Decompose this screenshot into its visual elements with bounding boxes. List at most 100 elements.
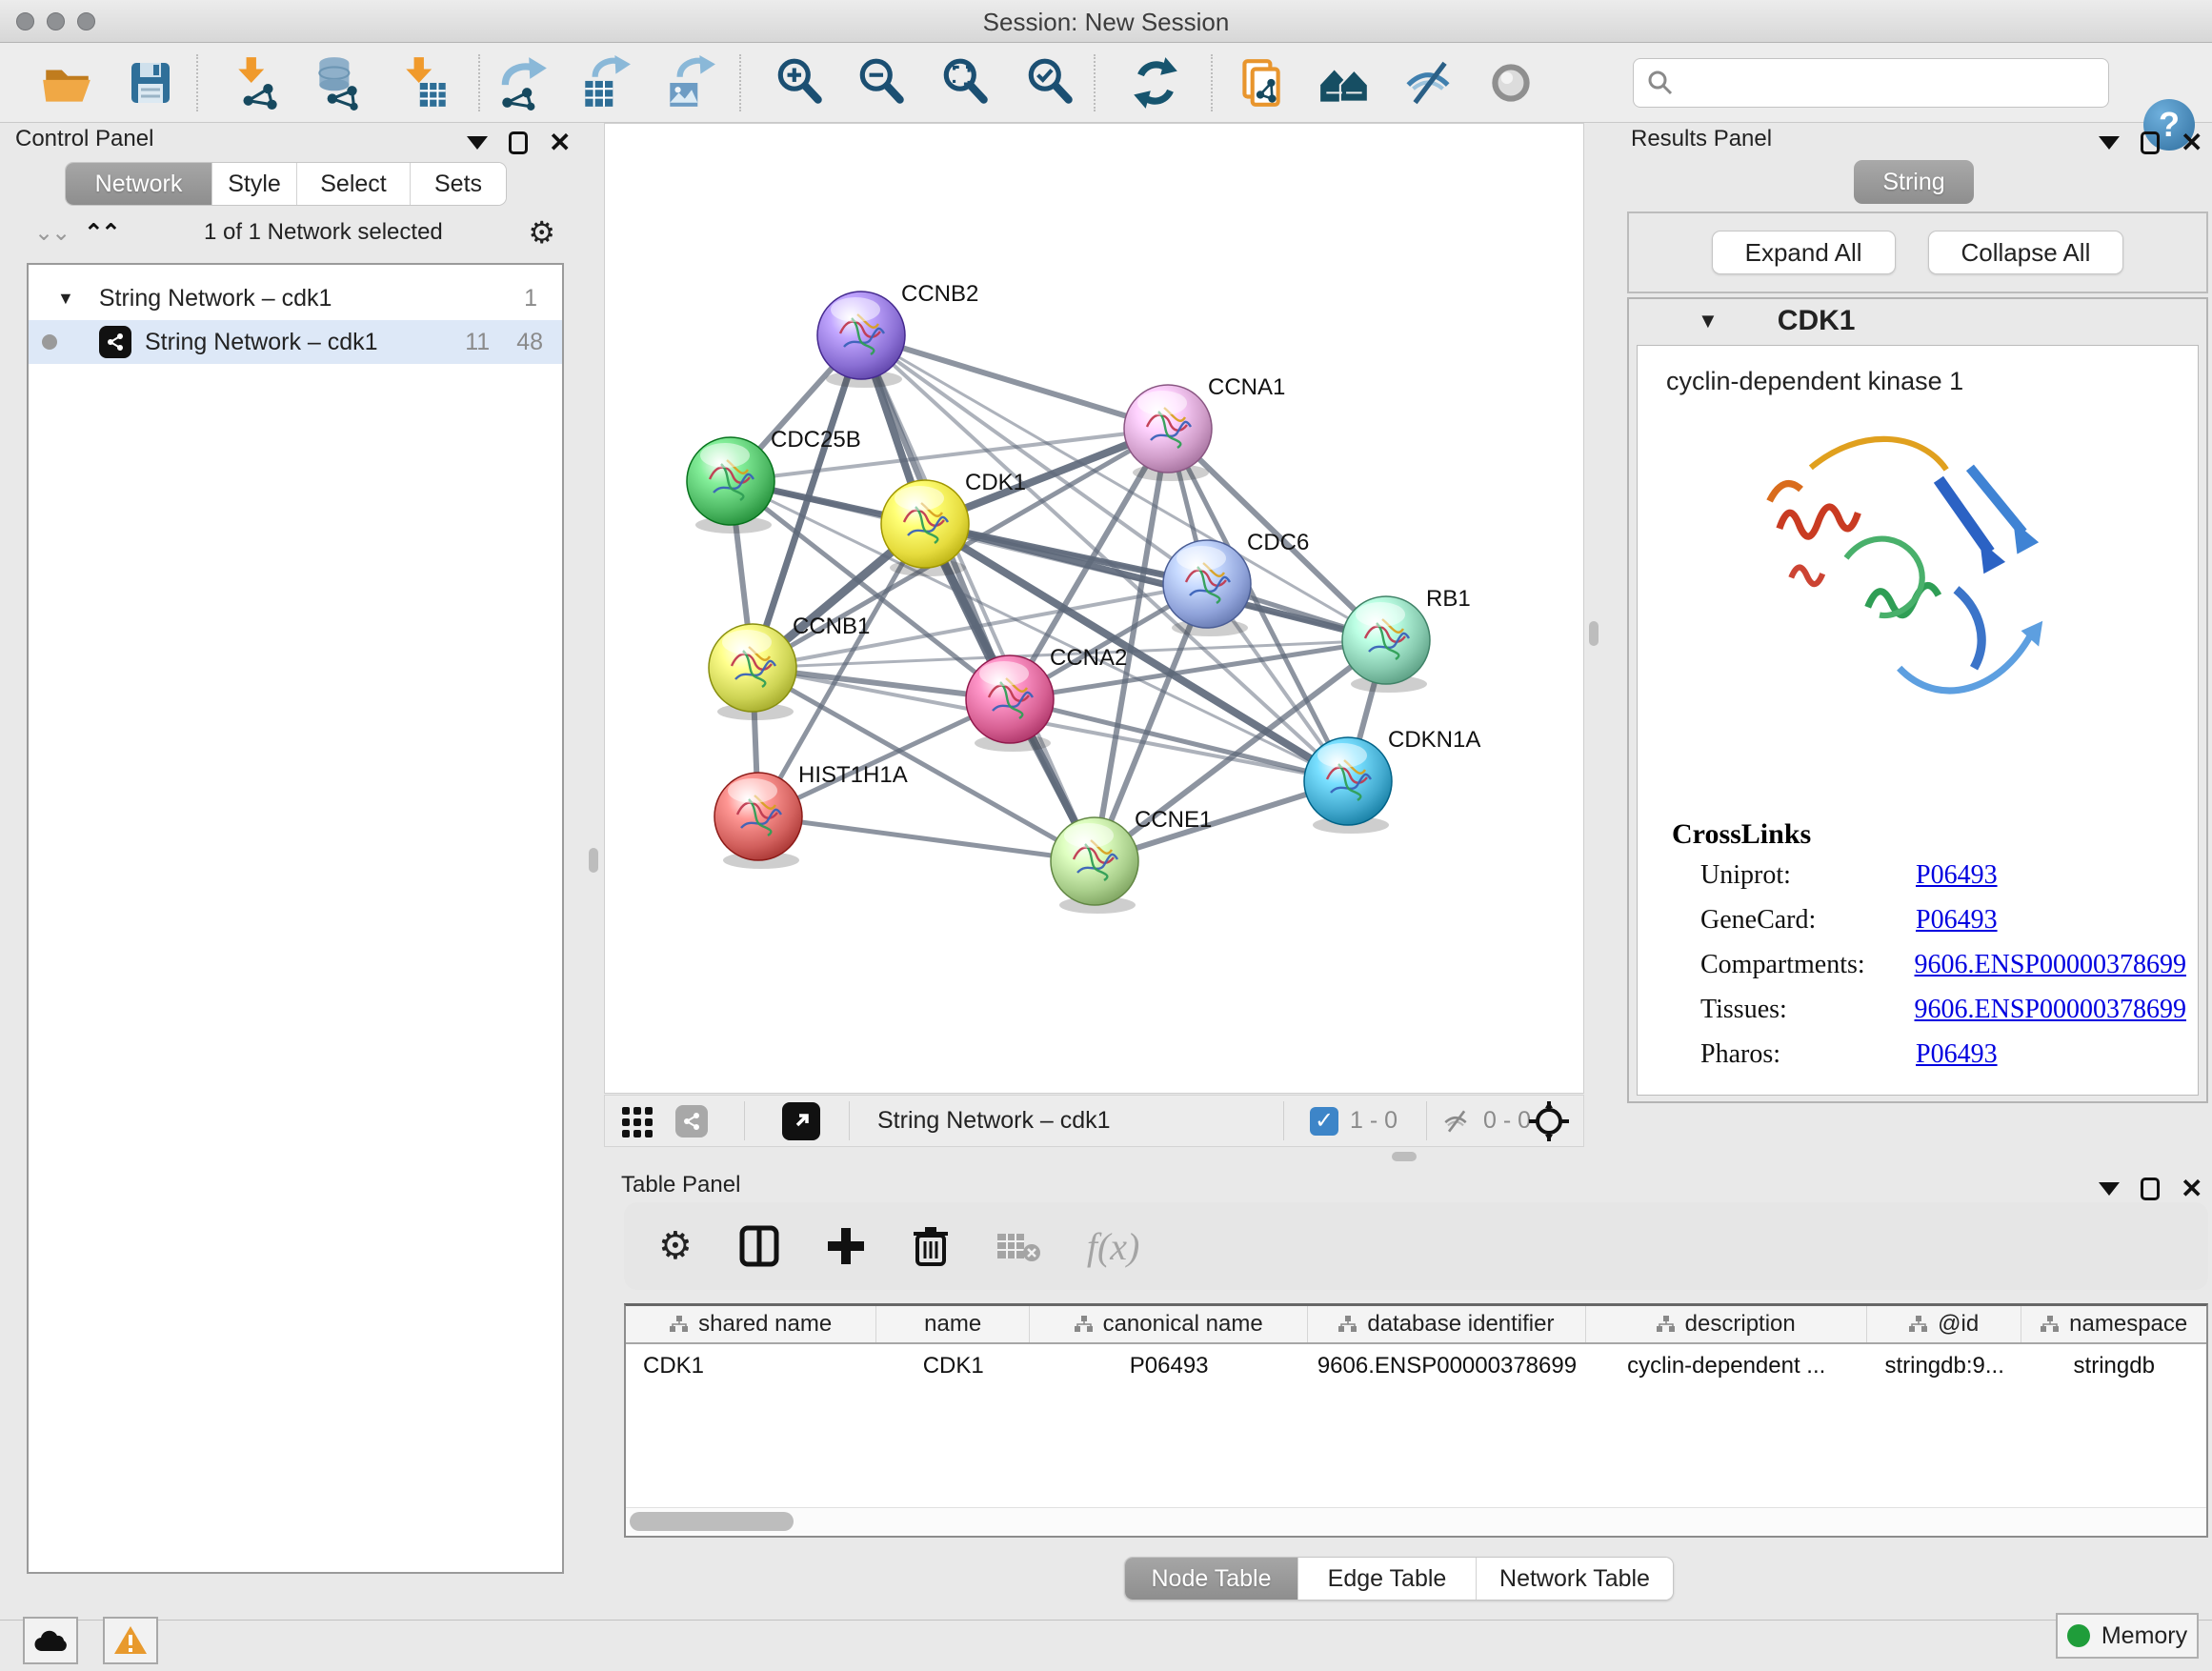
tab-edge-table[interactable]: Edge Table [1298, 1558, 1477, 1600]
memory-button[interactable]: Memory [2056, 1613, 2199, 1659]
footer-separator [744, 1101, 745, 1140]
external-link-icon [782, 1102, 820, 1140]
add-column-icon[interactable] [826, 1226, 866, 1266]
close-panel-icon[interactable]: ✕ [2181, 131, 2202, 154]
float-panel-icon[interactable] [2099, 136, 2120, 150]
table-settings-gear-icon[interactable]: ⚙ [658, 1224, 693, 1268]
network-view-button[interactable] [675, 1096, 708, 1146]
uniprot-link[interactable]: P06493 [1916, 860, 1998, 905]
genecard-link[interactable]: P06493 [1916, 905, 1998, 950]
compartments-link[interactable]: 9606.ENSP00000378699 [1915, 950, 2186, 995]
collapse-all-button[interactable]: Collapse All [1928, 231, 2124, 274]
tab-select[interactable]: Select [297, 163, 411, 205]
horizontal-splitter-handle[interactable] [1392, 1152, 1417, 1161]
zoom-out-button[interactable] [852, 52, 913, 113]
warning-status-button[interactable] [103, 1617, 158, 1664]
show-columns-icon[interactable] [738, 1224, 780, 1268]
section-expand-icon[interactable]: ▼ [1698, 309, 1719, 333]
detach-view-button[interactable] [782, 1096, 820, 1146]
save-session-button[interactable] [120, 52, 181, 113]
network-node-ccna1[interactable] [1124, 385, 1212, 473]
show-all-button[interactable] [1480, 52, 1541, 113]
tissues-link[interactable]: 9606.ENSP00000378699 [1915, 995, 2186, 1039]
toolbar-separator [196, 54, 198, 111]
zoom-in-button[interactable] [770, 52, 831, 113]
tab-network[interactable]: Network [66, 163, 212, 205]
column-header[interactable]: database identifier [1308, 1306, 1585, 1342]
column-header[interactable]: shared name [626, 1306, 876, 1342]
network-row-selected[interactable]: String Network – cdk1 11 48 [29, 320, 562, 364]
expand-all-button[interactable]: Expand All [1712, 231, 1896, 274]
protein-section-header[interactable]: ▼ CDK1 [1629, 299, 2206, 343]
delete-table-icon[interactable] [995, 1228, 1041, 1264]
export-image-button[interactable] [659, 52, 720, 113]
column-header[interactable]: namespace [2021, 1306, 2206, 1342]
column-header[interactable]: @id [1867, 1306, 2022, 1342]
column-header[interactable]: description [1586, 1306, 1867, 1342]
network-node-cdc25b[interactable] [687, 437, 774, 525]
column-header[interactable]: canonical name [1030, 1306, 1308, 1342]
hierarchy-icon [1338, 1316, 1357, 1333]
network-node-cdk1[interactable] [881, 480, 969, 568]
network-node-rb1[interactable] [1342, 596, 1430, 684]
network-view-toolbar: String Network – cdk1 ✓ 1 - 0 0 - 0 [604, 1095, 1584, 1147]
birdseye-toggle-button[interactable] [1527, 1096, 1571, 1146]
column-header[interactable]: name [876, 1306, 1030, 1342]
left-splitter-handle[interactable] [589, 848, 598, 873]
import-network-database-button[interactable] [308, 52, 369, 113]
network-collection-row[interactable]: ▼ String Network – cdk1 1 [29, 276, 562, 320]
open-session-button[interactable] [36, 52, 97, 113]
network-node-ccnb2[interactable] [817, 292, 905, 379]
hierarchy-icon [1909, 1316, 1928, 1333]
title-bar: Session: New Session [0, 0, 2212, 43]
network-node-cdkn1a[interactable] [1304, 737, 1392, 825]
table-row[interactable]: CDK1 CDK1 P06493 9606.ENSP00000378699 cy… [626, 1344, 2206, 1388]
cloud-status-button[interactable] [23, 1617, 78, 1664]
hide-selected-button[interactable] [1398, 52, 1458, 113]
results-tab-string[interactable]: String [1854, 160, 1974, 204]
scrollbar-thumb[interactable] [630, 1512, 794, 1531]
collection-expand-icon[interactable]: ▼ [57, 289, 74, 309]
maximize-panel-icon[interactable] [2141, 131, 2160, 154]
network-node-hist1h1a[interactable] [714, 773, 802, 860]
tab-sets[interactable]: Sets [411, 163, 506, 205]
search-icon [1647, 70, 1674, 96]
right-splitter-handle[interactable] [1589, 621, 1599, 646]
export-table-button[interactable] [574, 52, 635, 113]
export-network-button[interactable] [493, 52, 553, 113]
pharos-link[interactable]: P06493 [1916, 1039, 1998, 1084]
grid-view-button[interactable] [620, 1096, 656, 1146]
tab-node-table[interactable]: Node Table [1125, 1558, 1298, 1600]
clone-network-button[interactable] [1230, 52, 1291, 113]
float-panel-icon[interactable] [2099, 1182, 2120, 1196]
network-graph[interactable]: CCNB2CCNA1CDC25BCDK1CDC6RB1CCNB1CCNA2CDK… [605, 124, 1583, 1093]
network-node-ccne1[interactable] [1051, 817, 1138, 905]
function-builder-icon[interactable]: f(x) [1087, 1224, 1140, 1269]
crosslink-row: Uniprot: P06493 [1700, 860, 2186, 905]
close-panel-icon[interactable]: ✕ [2181, 1178, 2202, 1200]
expand-all-icon[interactable]: ⌃⌃ [84, 219, 118, 247]
gear-icon[interactable]: ⚙ [528, 214, 555, 251]
delete-column-trash-icon[interactable] [912, 1224, 950, 1268]
tab-network-table[interactable]: Network Table [1477, 1558, 1673, 1600]
network-canvas[interactable]: CCNB2CCNA1CDC25BCDK1CDC6RB1CCNB1CCNA2CDK… [604, 123, 1584, 1094]
close-panel-icon[interactable]: ✕ [549, 131, 571, 154]
refresh-button[interactable] [1125, 52, 1186, 113]
zoom-fit-button[interactable] [935, 52, 996, 113]
maximize-panel-icon[interactable] [509, 131, 528, 154]
search-input[interactable] [1683, 70, 2095, 96]
float-panel-icon[interactable] [467, 136, 488, 150]
import-table-button[interactable] [395, 52, 456, 113]
network-node-ccnb1[interactable] [709, 624, 796, 712]
first-neighbors-button[interactable] [1314, 52, 1375, 113]
collapse-all-icon[interactable]: ⌄⌄ [34, 219, 69, 247]
node-label: CCNB1 [793, 614, 870, 639]
tab-style[interactable]: Style [212, 163, 297, 205]
protein-details: cyclin-dependent kinase 1 CrossLinks Uni… [1637, 345, 2199, 1096]
network-node-cdc6[interactable] [1163, 540, 1251, 628]
import-network-file-button[interactable] [228, 52, 289, 113]
network-node-ccna2[interactable] [966, 655, 1054, 743]
maximize-panel-icon[interactable] [2141, 1178, 2160, 1200]
selected-checkbox-icon[interactable]: ✓ [1310, 1107, 1338, 1136]
zoom-selected-button[interactable] [1020, 52, 1081, 113]
